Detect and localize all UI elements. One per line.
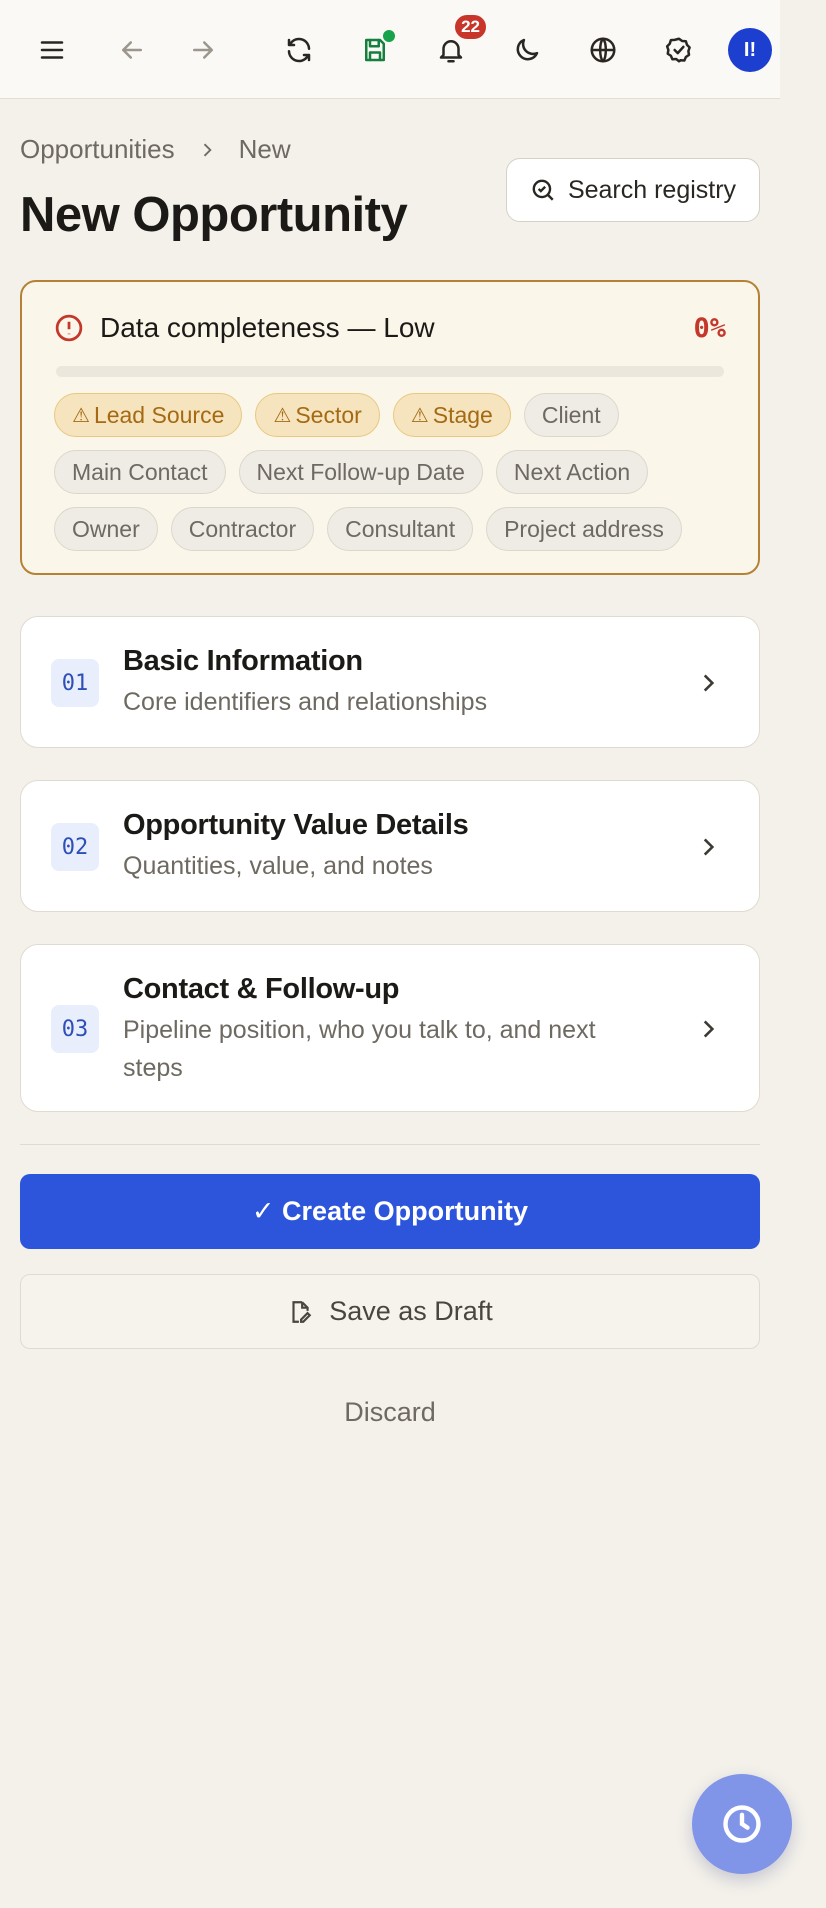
chip-label: Stage xyxy=(432,401,493,428)
avatar[interactable]: I! xyxy=(728,28,772,72)
missing-field-chip[interactable]: Consultant xyxy=(327,507,474,551)
missing-field-chip[interactable]: Next Action xyxy=(495,450,649,494)
chevron-right-icon xyxy=(695,834,721,860)
chevron-right-icon xyxy=(197,140,217,160)
warning-triangle-icon: ⚠ xyxy=(410,404,429,427)
warning-triangle-icon: ⚠ xyxy=(72,404,90,427)
moon-icon[interactable] xyxy=(504,27,550,73)
section-subtitle: Core identifiers and relationships xyxy=(123,688,488,716)
chevron-right-icon xyxy=(695,1016,721,1042)
save-as-draft-button[interactable]: Save as Draft xyxy=(20,1274,760,1349)
missing-field-chip[interactable]: Next Follow-up Date xyxy=(238,450,483,494)
refresh-icon[interactable] xyxy=(276,27,322,73)
chip-label: Next Action xyxy=(513,458,631,485)
globe-icon[interactable] xyxy=(580,27,626,73)
back-arrow-icon[interactable] xyxy=(109,27,155,73)
save-status-icon[interactable] xyxy=(352,27,398,73)
chip-label: Owner xyxy=(72,515,140,542)
missing-field-chip[interactable]: Main Contact xyxy=(54,450,226,494)
file-edit-icon xyxy=(292,1300,312,1323)
divider xyxy=(20,1144,760,1145)
history-fab[interactable] xyxy=(692,1774,792,1874)
section-title: Contact & Follow-up xyxy=(123,973,400,1005)
breadcrumb-current: New xyxy=(238,134,291,164)
breadcrumb-parent[interactable]: Opportunities xyxy=(20,134,175,165)
chip-label: Project address xyxy=(504,515,664,542)
completeness-title: Data completeness — Low xyxy=(100,312,435,343)
page-title: New Opportunity xyxy=(20,188,408,242)
section-number: 01 xyxy=(51,659,99,707)
chip-label: Lead Source xyxy=(93,401,225,428)
missing-field-chip[interactable]: Client xyxy=(523,393,619,437)
completeness-percent: 0% xyxy=(693,312,726,344)
section-title: Opportunity Value Details xyxy=(123,809,469,841)
chevron-right-icon xyxy=(695,670,721,696)
chip-label: Contractor xyxy=(188,515,297,542)
missing-field-chip-warning[interactable]: ⚠ Stage xyxy=(392,393,511,437)
top-bar: 22 I! xyxy=(0,0,780,99)
save-status-dot xyxy=(383,30,395,42)
alert-circle-icon xyxy=(55,314,83,342)
data-completeness-card: Data completeness — Low 0% ⚠ Lead Source ⚠… xyxy=(20,280,760,575)
section-title: Basic Information xyxy=(123,645,363,677)
missing-fields-chips: ⚠ Lead Source ⚠ Sector ⚠ Stage Client Main Cont… xyxy=(54,393,726,551)
missing-field-chip[interactable]: Owner xyxy=(54,507,158,551)
chip-label: Consultant xyxy=(345,515,456,542)
chip-label: Client xyxy=(541,401,601,428)
clock-icon xyxy=(723,1805,761,1843)
section-subtitle: Pipeline position, who you talk to, and … xyxy=(123,1016,596,1082)
menu-icon[interactable] xyxy=(29,27,75,73)
warning-triangle-icon: ⚠ xyxy=(273,404,292,427)
completeness-progress-bar xyxy=(56,366,724,377)
chip-label: Sector xyxy=(295,401,362,428)
chip-label: Next Follow-up Date xyxy=(256,458,465,485)
section-number: 02 xyxy=(51,823,99,871)
save-as-draft-label: Save as Draft xyxy=(329,1296,493,1326)
bell-icon[interactable]: 22 xyxy=(428,13,488,73)
search-registry-button[interactable]: Search registry xyxy=(506,158,760,222)
missing-field-chip-warning[interactable]: ⚠ Sector xyxy=(255,393,380,437)
breadcrumb: Opportunities New xyxy=(20,134,291,165)
search-check-icon xyxy=(532,179,554,201)
chip-label: Main Contact xyxy=(72,458,208,485)
discard-button[interactable]: Discard xyxy=(20,1374,760,1450)
section-opportunity-value-details[interactable]: 02 Opportunity Value Details Quantities,… xyxy=(20,780,760,912)
missing-field-chip-warning[interactable]: ⚠ Lead Source xyxy=(54,393,243,437)
search-registry-label: Search registry xyxy=(567,175,737,204)
verified-badge-icon[interactable] xyxy=(656,27,702,73)
notification-badge: 22 xyxy=(453,13,488,41)
section-basic-information[interactable]: 01 Basic Information Core identifiers an… xyxy=(20,616,760,748)
missing-field-chip[interactable]: Contractor xyxy=(170,507,315,551)
create-opportunity-button[interactable]: ✓ Create Opportunity xyxy=(20,1174,760,1249)
section-subtitle: Quantities, value, and notes xyxy=(123,852,433,880)
missing-field-chip[interactable]: Project address xyxy=(486,507,682,551)
section-contact-follow-up[interactable]: 03 Contact & Follow-up Pipeline position… xyxy=(20,944,760,1112)
forward-arrow-icon[interactable] xyxy=(180,27,226,73)
section-number: 03 xyxy=(51,1005,99,1053)
